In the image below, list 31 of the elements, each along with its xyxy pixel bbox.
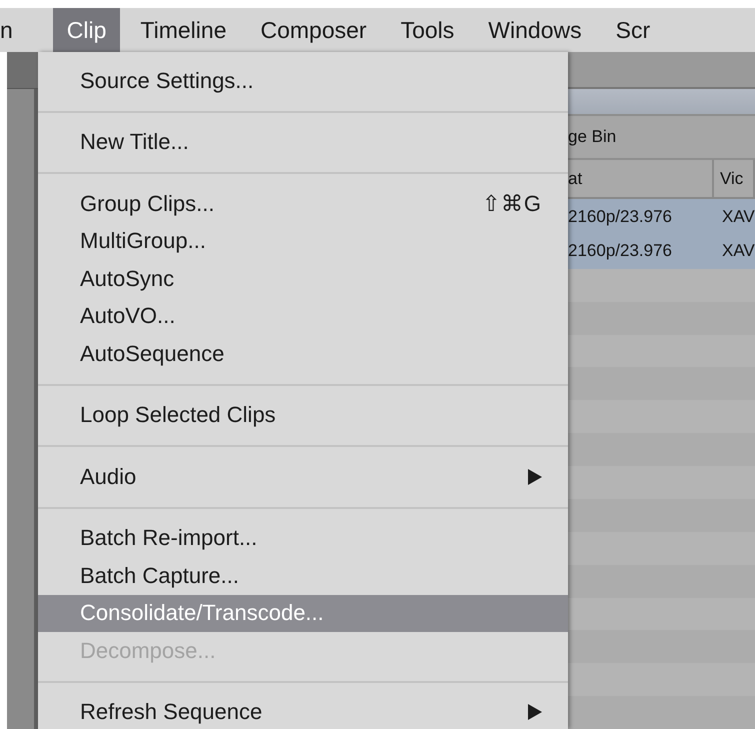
submenu-arrow-icon — [528, 468, 542, 485]
menu-bar-item[interactable]: Timeline — [126, 8, 240, 52]
menu-item[interactable]: MultiGroup... — [38, 222, 568, 260]
menu-bar-item[interactable]: Scr — [602, 8, 664, 52]
table-cell-text: XAV — [721, 241, 755, 262]
menu-item[interactable]: AutoSync — [38, 260, 568, 298]
bin-row[interactable]: 2160p/23.976 XAV — [568, 199, 755, 234]
menu-item[interactable]: Audio — [38, 458, 568, 496]
keyboard-shortcut: ⇧⌘G — [482, 190, 542, 217]
menu-bar-item[interactable]: Clip — [52, 8, 120, 52]
menu-item[interactable]: AutoSequence — [38, 335, 568, 372]
bin-row[interactable]: 2160p/23.976 XAV — [568, 234, 755, 269]
table-cell-text: 2160p/23.976 — [568, 206, 673, 227]
menu-bar-item[interactable]: Tools — [386, 8, 468, 52]
menu-bar-item[interactable]: Composer — [246, 8, 381, 52]
menu-item[interactable]: New Title... — [38, 124, 568, 161]
bin-title: ge Bin — [568, 127, 616, 148]
menu-item[interactable]: Batch Capture... — [38, 557, 568, 594]
menu-item[interactable]: Loop Selected Clips — [38, 396, 568, 434]
menu-bar-item[interactable]: Windows — [474, 8, 596, 52]
menu-item[interactable]: Source Settings... — [38, 62, 568, 100]
submenu-arrow-icon — [528, 704, 542, 720]
table-cell-text: XAV — [721, 206, 755, 227]
menu-item[interactable]: Group Clips... ⇧⌘G — [38, 185, 568, 222]
table-cell-text: 2160p/23.976 — [568, 241, 673, 262]
menu-item[interactable]: Batch Re-import... — [38, 520, 568, 557]
menu-bar-item[interactable]: n — [0, 8, 27, 52]
menu-item[interactable]: Refresh Sequence — [38, 694, 568, 729]
menu-item[interactable]: AutoVO... — [38, 298, 568, 335]
panel-header — [7, 52, 38, 89]
column-header[interactable]: Vic — [714, 160, 755, 198]
